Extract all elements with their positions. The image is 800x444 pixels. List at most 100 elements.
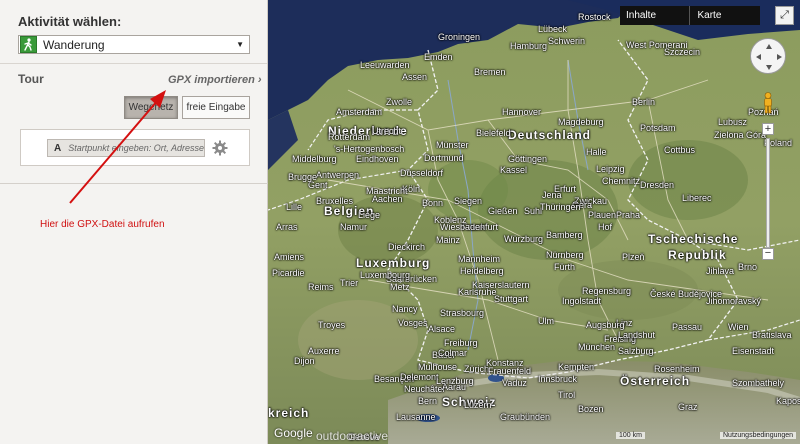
city-label: Dijon — [294, 356, 315, 366]
map-layer-button[interactable]: Karte — [688, 6, 761, 25]
city-label: Amsterdam — [336, 107, 383, 117]
city-label: Jena — [542, 190, 562, 200]
city-label: Plauen — [588, 210, 617, 220]
city-label: Leipzig — [596, 164, 625, 174]
city-label: Mannheim — [458, 254, 501, 264]
city-label: Utrecht — [372, 126, 402, 136]
zoom-slider[interactable] — [766, 138, 770, 248]
city-label: Berlin — [632, 97, 656, 107]
city-label: Bozen — [578, 404, 604, 414]
city-label: Antwerpen — [316, 170, 360, 180]
city-label: Potsdam — [640, 123, 676, 133]
city-label: Ulm — [538, 316, 554, 326]
country-label: kreich — [268, 406, 310, 420]
content-layer-button[interactable]: Inhalte — [620, 6, 689, 25]
city-label: Auxerre — [308, 346, 340, 356]
city-label: Strasbourg — [440, 308, 485, 318]
city-label: Würzburg — [504, 234, 544, 244]
city-label: Trier — [340, 278, 359, 288]
city-label: Lausanne — [396, 412, 436, 422]
city-label: Freiburg — [444, 338, 478, 348]
city-label: Luzern — [464, 400, 492, 410]
city-label: Lille — [286, 202, 303, 212]
city-label: Innsbruck — [538, 374, 578, 384]
gpx-import-link[interactable]: GPX importieren › — [168, 74, 262, 86]
tour-section: Tour GPX importieren › Wegenetz freie Ei… — [0, 64, 268, 184]
google-logo: Google — [274, 426, 313, 440]
city-label: Vosges — [398, 318, 428, 328]
city-label: České Budějovice — [650, 289, 723, 299]
pegman-icon[interactable] — [762, 92, 774, 114]
country-label: Republik — [668, 248, 727, 262]
city-label: Lübeck — [538, 24, 568, 34]
city-label: Regensburg — [582, 286, 632, 296]
activity-select[interactable]: Wanderung ▼ — [18, 35, 250, 54]
city-label: Lubusz — [718, 117, 748, 127]
city-label: Cottbus — [664, 145, 696, 155]
start-point-box: A Startpunkt eingeben: Ort, Adresse — [20, 129, 250, 166]
routing-mode-network-button[interactable]: Wegenetz — [124, 96, 178, 119]
fullscreen-icon[interactable]: ⤢ — [775, 6, 794, 25]
city-label: Nancy — [392, 304, 418, 314]
city-label: Salzburg — [618, 346, 654, 356]
city-label: Amiens — [274, 252, 305, 262]
route-planner-sidebar: Aktivität wählen: Wanderung ▼ Tour GPX i… — [0, 0, 268, 444]
city-label: Luxembourg — [360, 270, 411, 280]
annotation-text: Hier die GPX-Datei aufrufen — [40, 219, 165, 230]
city-label: Passau — [672, 322, 703, 332]
city-label: Ingolstadt — [562, 296, 602, 306]
city-label: Vaduz — [502, 378, 527, 388]
start-marker-label: A — [54, 142, 62, 154]
city-label: Thüringen — [540, 202, 581, 212]
city-label: Lenzburg — [436, 376, 474, 386]
pan-arrows-icon — [756, 44, 782, 70]
tour-title: Tour — [18, 72, 44, 86]
city-label: Dortmund — [424, 153, 464, 163]
hiker-icon — [20, 36, 37, 53]
city-label: Troyes — [318, 320, 346, 330]
city-label: Delemont — [400, 372, 439, 382]
city-label: Rosenheim — [654, 364, 700, 374]
city-label: Augsburg — [586, 320, 625, 330]
city-label: Siegen — [454, 196, 483, 206]
city-label: Kassel — [500, 165, 528, 175]
pan-control[interactable] — [750, 38, 786, 74]
city-label: Heidelberg — [460, 266, 504, 276]
activity-section: Aktivität wählen: — [0, 0, 267, 64]
city-label: Schwerin — [548, 36, 586, 46]
zoom-out-button[interactable]: − — [762, 248, 774, 260]
city-label: Eindhoven — [356, 154, 399, 164]
city-label: Bruxelles — [316, 196, 354, 206]
map-view[interactable]: Niederlande Deutschland Belgien Luxembur… — [268, 0, 800, 444]
city-label: Mulhouse — [418, 362, 458, 372]
city-label: Göttingen — [508, 154, 548, 164]
city-label: Bern — [418, 396, 438, 406]
city-label: Szczecin — [664, 47, 701, 57]
zoom-in-button[interactable]: + — [762, 123, 774, 135]
city-label: Hof — [598, 222, 613, 232]
city-label: Rostock — [578, 12, 611, 22]
gear-icon[interactable] — [212, 140, 228, 156]
city-label: Münster — [436, 140, 469, 150]
city-label: Namur — [340, 222, 368, 232]
terms-link[interactable]: Nutzungsbedingungen — [720, 432, 797, 439]
city-label: Magdeburg — [558, 117, 604, 127]
country-label: Deutschland — [508, 128, 592, 142]
city-label: Assen — [402, 72, 428, 82]
city-label: Eisenstadt — [732, 346, 775, 356]
city-label: Middelburg — [292, 154, 337, 164]
city-label: Zwolle — [386, 97, 413, 107]
city-label: Kaiserslautern — [472, 280, 530, 290]
city-label: Plzeň — [622, 252, 645, 262]
city-label: Hannover — [502, 107, 542, 117]
city-label: Halle — [586, 147, 607, 157]
city-label: Dieckirch — [388, 242, 426, 252]
start-point-input[interactable]: A Startpunkt eingeben: Ort, Adresse — [47, 139, 205, 157]
city-label: Bremen — [474, 67, 506, 77]
city-label: Landshut — [618, 330, 656, 340]
routing-mode-free-button[interactable]: freie Eingabe — [182, 96, 250, 119]
city-label: Reims — [308, 282, 334, 292]
city-label: Stuttgart — [494, 294, 529, 304]
city-label: Hamburg — [510, 41, 548, 51]
city-label: Graubünden — [500, 412, 551, 422]
